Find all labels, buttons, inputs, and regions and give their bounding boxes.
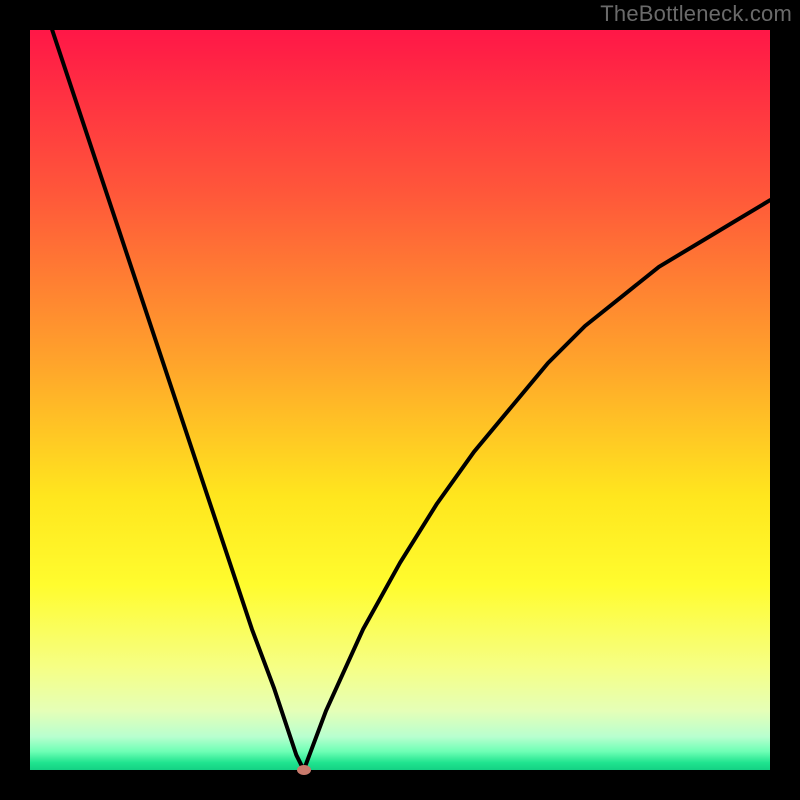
background-gradient [30,30,770,770]
chart-frame: TheBottleneck.com [0,0,800,800]
attribution-label: TheBottleneck.com [600,1,792,27]
plot-area [30,30,770,770]
optimal-point-marker [297,765,311,775]
